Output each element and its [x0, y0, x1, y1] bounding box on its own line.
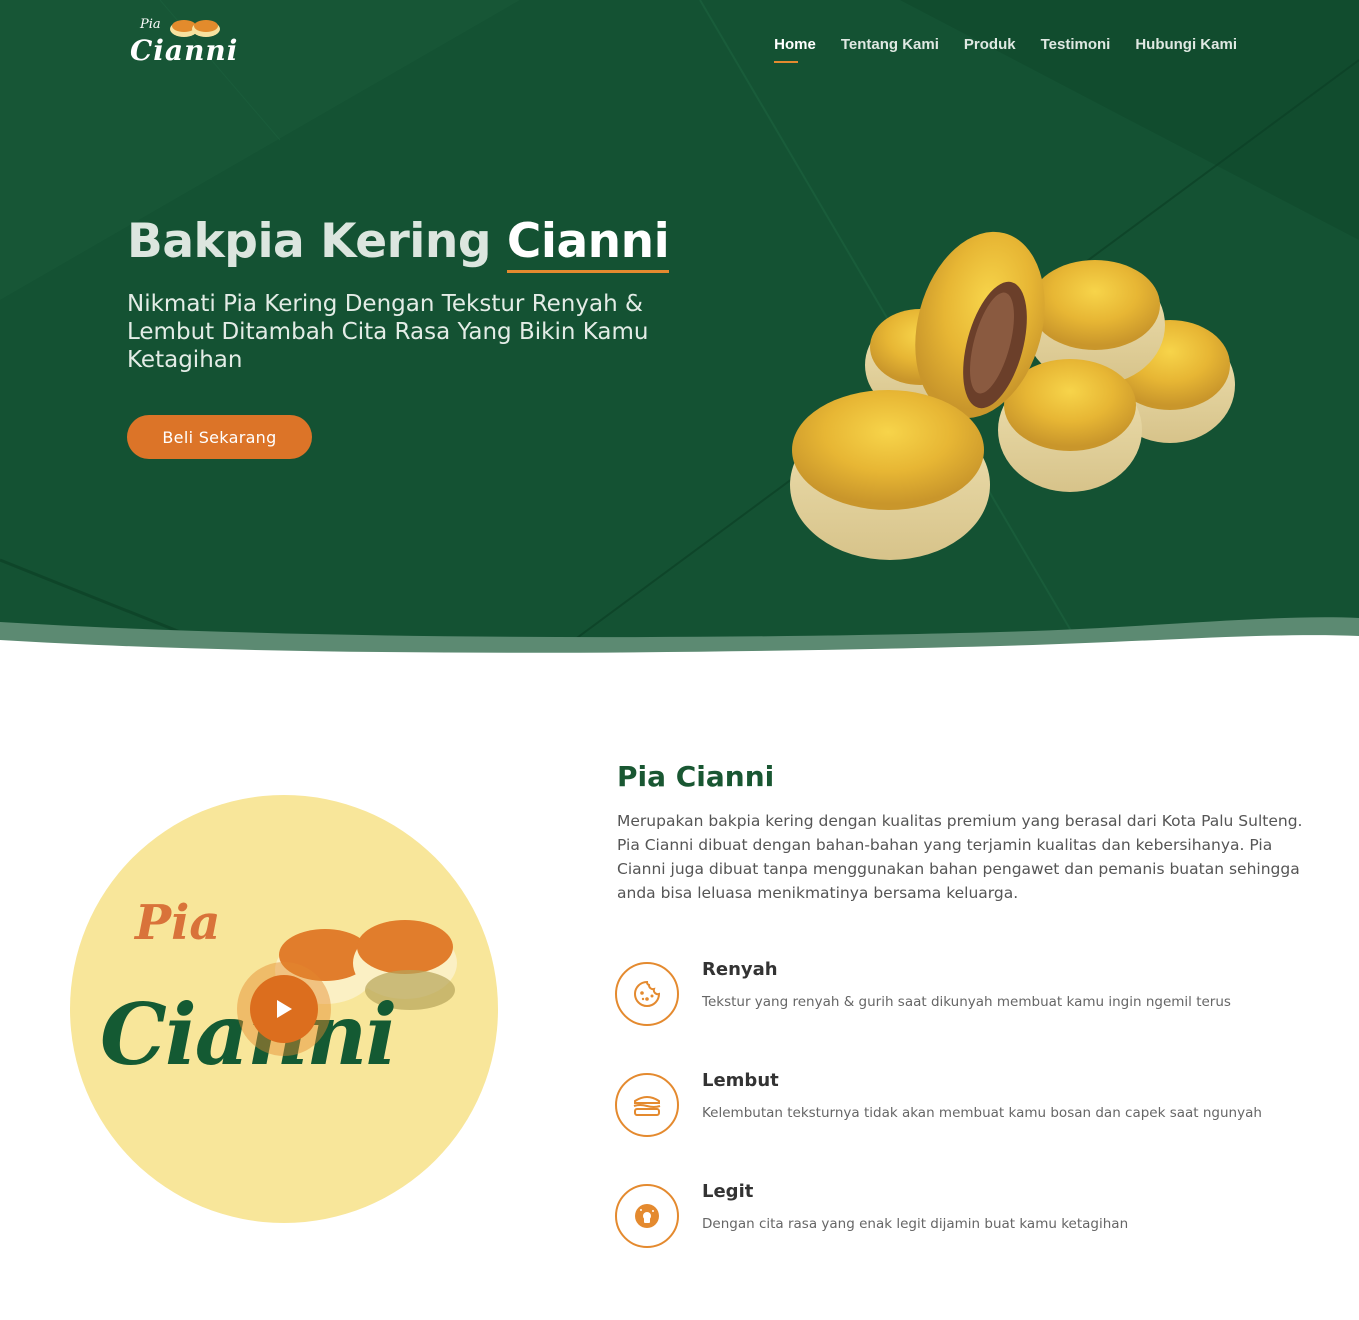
feature-icon-circle — [615, 1184, 679, 1248]
logo-small-text: Pia — [140, 17, 161, 32]
feature-desc: Dengan cita rasa yang enak legit dijamin… — [702, 1216, 1129, 1232]
about-title: Pia Cianni — [617, 760, 775, 793]
video-logo-small: Pia — [135, 895, 221, 951]
play-icon — [277, 1000, 292, 1018]
nav-testimoni[interactable]: Testimoni — [1041, 36, 1111, 53]
feature-title: Legit — [702, 1181, 754, 1202]
feature-legit: Legit Dengan cita rasa yang enak legit d… — [615, 1181, 1335, 1250]
feature-icon-circle — [615, 1073, 679, 1137]
sandwich-icon — [633, 1096, 661, 1116]
site-logo[interactable]: Pia Cianni — [128, 14, 237, 74]
feature-title: Renyah — [702, 959, 778, 980]
hero-section: Pia Cianni Home Tentang Kami Produk Test… — [0, 0, 1359, 680]
feature-renyah: Renyah Tekstur yang renyah & gurih saat … — [615, 959, 1335, 1028]
about-text: Merupakan bakpia kering dengan kualitas … — [617, 812, 1303, 902]
feature-desc: Tekstur yang renyah & gurih saat dikunya… — [702, 994, 1231, 1010]
feature-lembut: Lembut Kelembutan teksturnya tidak akan … — [615, 1070, 1335, 1139]
buy-now-button[interactable]: Beli Sekarang — [127, 415, 312, 459]
feature-desc: Kelembutan teksturnya tidak akan membuat… — [702, 1105, 1262, 1121]
hero-title-main: Bakpia Kering — [127, 214, 507, 269]
cookie-icon — [634, 980, 661, 1007]
bakpia-product-image — [790, 231, 1235, 560]
hero-subtitle: Nikmati Pia Kering Dengan Tekstur Renyah… — [127, 291, 649, 373]
main-nav: Home Tentang Kami Produk Testimoni Hubun… — [749, 36, 1237, 63]
nav-home[interactable]: Home — [774, 36, 816, 63]
hero-wave-divider — [0, 617, 1359, 680]
feature-title: Lembut — [702, 1070, 779, 1091]
donut-icon — [635, 1204, 659, 1228]
hero-title: Bakpia Kering Cianni — [127, 214, 670, 273]
nav-produk[interactable]: Produk — [964, 36, 1016, 53]
play-button[interactable] — [250, 975, 318, 1043]
feature-icon-circle — [615, 962, 679, 1026]
nav-hubungi-kami[interactable]: Hubungi Kami — [1135, 36, 1237, 53]
logo-large-text: Cianni — [130, 34, 239, 67]
hero-title-accent: Cianni — [506, 214, 670, 273]
nav-tentang-kami[interactable]: Tentang Kami — [841, 36, 939, 53]
